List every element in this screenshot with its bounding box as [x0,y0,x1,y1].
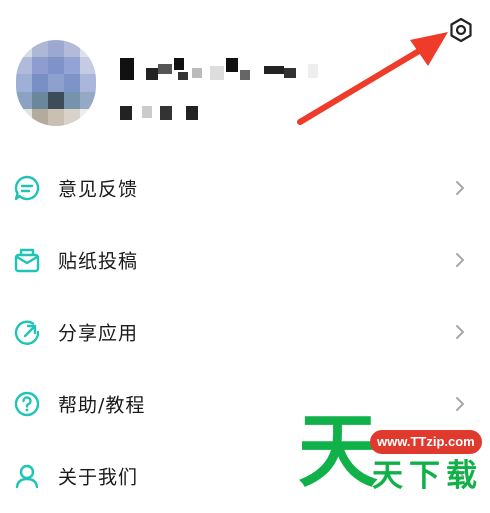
avatar[interactable] [16,40,96,126]
share-refresh-icon [13,318,41,346]
username-obscured [118,56,318,84]
menu-item-share-app[interactable]: 分享应用 [0,296,490,368]
feedback-chat-icon [13,174,41,202]
menu-label-feedback: 意见反馈 [58,178,139,201]
chevron-right-icon [456,397,464,411]
help-question-icon [13,390,41,418]
user-id-obscured [118,104,202,124]
menu-label-about: 关于我们 [58,466,139,489]
menu-label-share-app: 分享应用 [58,322,139,345]
mail-icon [13,246,41,274]
menu-item-sticker-submit[interactable]: 贴纸投稿 [0,224,490,296]
menu-item-feedback[interactable]: 意见反馈 [0,152,490,224]
menu-list: 意见反馈 贴纸投稿 分享应用 帮助/教程 关于我们 [0,152,490,512]
chevron-right-icon [456,181,464,195]
settings-button[interactable] [445,14,477,46]
menu-item-help[interactable]: 帮助/教程 [0,368,490,440]
chevron-right-icon [456,253,464,267]
gear-icon [450,17,472,43]
chevron-right-icon [456,325,464,339]
menu-label-help: 帮助/教程 [58,394,146,417]
menu-item-about[interactable]: 关于我们 [0,440,490,512]
chevron-right-icon [456,469,464,483]
menu-label-sticker-submit: 贴纸投稿 [58,250,139,273]
user-icon [13,462,41,490]
